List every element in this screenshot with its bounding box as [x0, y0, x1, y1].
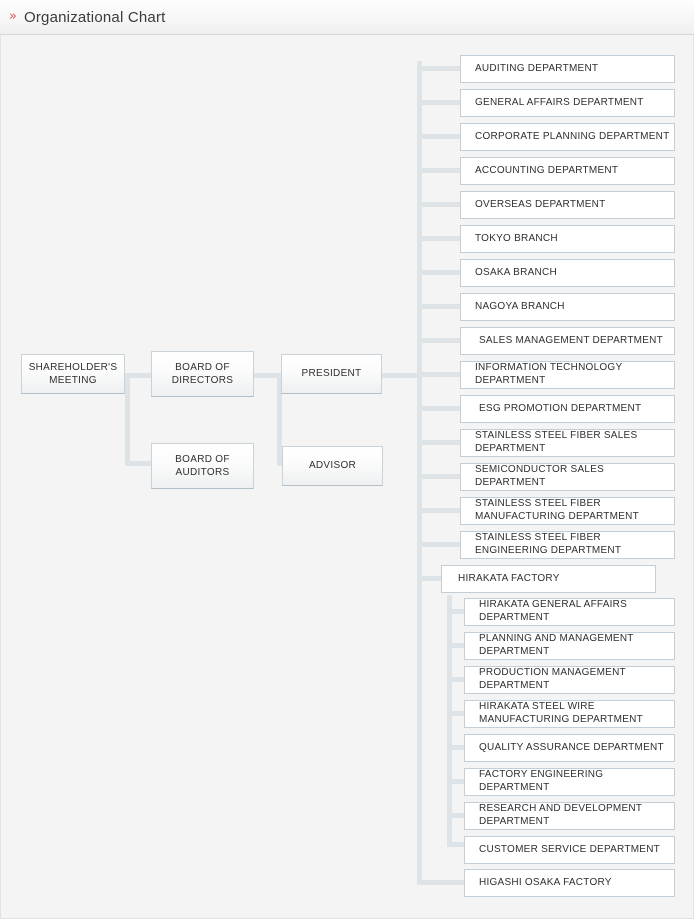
org-node-label: ACCOUNTING DEPARTMENT	[475, 164, 619, 176]
org-chart-page: » Organizational Chart SHAREHOLDER'S MEE…	[0, 0, 694, 919]
org-node-label: QUALITY ASSURANCE DEPARTMENT	[479, 741, 664, 753]
connector-directors-auditors-trunk	[125, 373, 130, 466]
connector-stub-department	[417, 134, 464, 139]
connector-stub-department	[417, 542, 464, 547]
org-node-stainless-steel-fiber-manufacturing-department[interactable]: STAINLESS STEEL FIBER MANUFACTURING DEPA…	[460, 497, 675, 525]
org-node-overseas-department[interactable]: OVERSEAS DEPARTMENT	[460, 191, 675, 219]
connector-stub-hirakata-child	[447, 643, 464, 648]
connector-stub-department	[417, 508, 464, 513]
org-node-tokyo-branch[interactable]: TOKYO BRANCH	[460, 225, 675, 253]
connector-stub-department	[417, 372, 464, 377]
org-node-shareholders-meeting[interactable]: SHAREHOLDER'S MEETING	[21, 354, 125, 394]
connector-stub-department	[417, 338, 464, 343]
org-node-label: STAINLESS STEEL FIBER SALES DEPARTMENT	[475, 430, 638, 454]
org-node-label: OSAKA BRANCH	[475, 266, 557, 278]
connector-trunk-to-auditors	[125, 461, 152, 466]
connector-president-to-main-trunk	[382, 373, 422, 378]
org-node-planning-and-management-department[interactable]: PLANNING AND MANAGEMENT DEPARTMENT	[464, 632, 675, 660]
org-node-higashi-osaka-factory[interactable]: HIGASHI OSAKA FACTORY	[464, 869, 675, 897]
connector-trunk-to-higashi-osaka	[417, 880, 464, 885]
connector-stub-hirakata-child	[447, 779, 464, 784]
connector-stub-department	[417, 304, 464, 309]
org-node-quality-assurance-department[interactable]: QUALITY ASSURANCE DEPARTMENT	[464, 734, 675, 762]
org-chart-canvas: SHAREHOLDER'S MEETING BOARD OF DIRECTORS…	[0, 35, 694, 919]
org-node-auditing-department[interactable]: AUDITING DEPARTMENT	[460, 55, 675, 83]
org-node-stainless-steel-fiber-engineering-department[interactable]: STAINLESS STEEL FIBER ENGINEERING DEPART…	[460, 531, 675, 559]
main-department-trunk	[417, 61, 422, 885]
org-node-sales-management-department[interactable]: SALES MANAGEMENT DEPARTMENT	[460, 327, 675, 355]
org-node-label: INFORMATION TECHNOLOGY DEPARTMENT	[475, 362, 623, 386]
connector-stub-department	[417, 474, 464, 479]
org-node-hirakata-general-affairs-department[interactable]: HIRAKATA GENERAL AFFAIRS DEPARTMENT	[464, 598, 675, 626]
org-node-label: OVERSEAS DEPARTMENT	[475, 198, 606, 210]
org-node-label: GENERAL AFFAIRS DEPARTMENT	[475, 96, 644, 108]
connector-stub-hirakata-child	[447, 609, 464, 614]
org-node-general-affairs-department[interactable]: GENERAL AFFAIRS DEPARTMENT	[460, 89, 675, 117]
org-node-label: FACTORY ENGINEERING DEPARTMENT	[479, 769, 604, 793]
org-node-label: ADVISOR	[308, 460, 357, 472]
org-node-label: TOKYO BRANCH	[475, 232, 558, 244]
org-node-label: HIRAKATA GENERAL AFFAIRS DEPARTMENT	[479, 599, 628, 623]
hirakata-sub-trunk	[447, 595, 452, 847]
org-node-president[interactable]: PRESIDENT	[281, 354, 382, 394]
org-node-label: CUSTOMER SERVICE DEPARTMENT	[479, 843, 661, 855]
connector-stub-department	[417, 236, 464, 241]
org-node-research-and-development-department[interactable]: RESEARCH AND DEVELOPMENT DEPARTMENT	[464, 802, 675, 830]
org-node-hirakata-factory[interactable]: HIRAKATA FACTORY	[441, 565, 656, 593]
org-node-information-technology-department[interactable]: INFORMATION TECHNOLOGY DEPARTMENT	[460, 361, 675, 389]
org-node-semiconductor-sales-department[interactable]: SEMICONDUCTOR SALES DEPARTMENT	[460, 463, 675, 491]
org-node-label: STAINLESS STEEL FIBER ENGINEERING DEPART…	[475, 532, 622, 556]
org-node-label: STAINLESS STEEL FIBER MANUFACTURING DEPA…	[475, 498, 639, 522]
org-node-osaka-branch[interactable]: OSAKA BRANCH	[460, 259, 675, 287]
org-node-corporate-planning-department[interactable]: CORPORATE PLANNING DEPARTMENT	[460, 123, 675, 151]
connector-stub-department	[417, 406, 464, 411]
org-node-label: SALES MANAGEMENT DEPARTMENT	[479, 334, 664, 346]
org-node-label: SEMICONDUCTOR SALES DEPARTMENT	[475, 464, 605, 488]
org-node-label: CORPORATE PLANNING DEPARTMENT	[475, 130, 670, 142]
connector-stub-department	[417, 440, 464, 445]
org-node-customer-service-department[interactable]: CUSTOMER SERVICE DEPARTMENT	[464, 836, 675, 864]
org-node-label: PLANNING AND MANAGEMENT DEPARTMENT	[479, 633, 634, 657]
org-node-factory-engineering-department[interactable]: FACTORY ENGINEERING DEPARTMENT	[464, 768, 675, 796]
org-node-board-of-auditors[interactable]: BOARD OF AUDITORS	[151, 443, 254, 489]
org-node-stainless-steel-fiber-sales-department[interactable]: STAINLESS STEEL FIBER SALES DEPARTMENT	[460, 429, 675, 457]
org-node-nagoya-branch[interactable]: NAGOYA BRANCH	[460, 293, 675, 321]
page-title: Organizational Chart	[23, 8, 166, 26]
double-chevron-right-icon: »	[9, 8, 17, 24]
org-node-label: RESEARCH AND DEVELOPMENT DEPARTMENT	[479, 803, 643, 827]
org-node-esg-promotion-department[interactable]: ESG PROMOTION DEPARTMENT	[460, 395, 675, 423]
connector-stub-hirakata-child	[447, 711, 464, 716]
org-node-label: HIRAKATA FACTORY	[458, 572, 560, 584]
page-header: » Organizational Chart	[0, 0, 694, 35]
org-node-label: BOARD OF DIRECTORS	[171, 361, 234, 387]
connector-stub-department	[417, 270, 464, 275]
connector-stub-hirakata-child	[447, 745, 464, 750]
connector-stub-department	[417, 168, 464, 173]
org-node-label: PRODUCTION MANAGEMENT DEPARTMENT	[479, 667, 626, 691]
org-node-label: BOARD OF AUDITORS	[175, 453, 230, 479]
connector-stub-hirakata-child	[447, 677, 464, 682]
org-node-accounting-department[interactable]: ACCOUNTING DEPARTMENT	[460, 157, 675, 185]
org-node-advisor[interactable]: ADVISOR	[282, 446, 383, 486]
org-node-label: AUDITING DEPARTMENT	[475, 62, 599, 74]
connector-stub-hirakata-child	[447, 813, 464, 818]
org-node-label: NAGOYA BRANCH	[475, 300, 565, 312]
connector-stub-hirakata-child	[447, 842, 464, 847]
org-node-label: ESG PROMOTION DEPARTMENT	[479, 402, 642, 414]
connector-stub-department	[417, 66, 464, 71]
org-node-label: HIRAKATA STEEL WIRE MANUFACTURING DEPART…	[479, 701, 643, 725]
org-node-label: PRESIDENT	[301, 368, 362, 380]
org-node-label: HIGASHI OSAKA FACTORY	[479, 876, 612, 888]
org-node-board-of-directors[interactable]: BOARD OF DIRECTORS	[151, 351, 254, 397]
connector-stub-department	[417, 100, 464, 105]
connector-stub-department	[417, 202, 464, 207]
org-node-label: SHAREHOLDER'S MEETING	[28, 361, 118, 387]
org-node-hirakata-steel-wire-manufacturing-department[interactable]: HIRAKATA STEEL WIRE MANUFACTURING DEPART…	[464, 700, 675, 728]
org-node-production-management-department[interactable]: PRODUCTION MANAGEMENT DEPARTMENT	[464, 666, 675, 694]
